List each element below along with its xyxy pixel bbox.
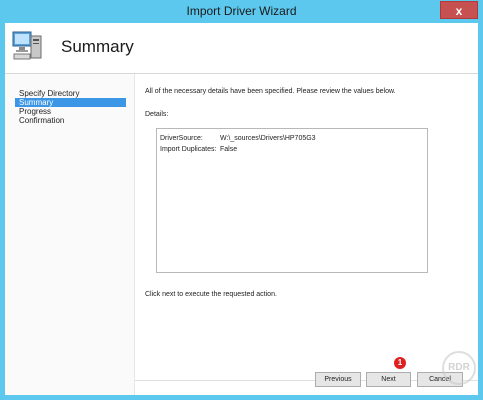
- window-title: Import Driver Wizard: [186, 4, 297, 18]
- title-bar[interactable]: Import Driver Wizard x: [0, 0, 483, 22]
- step-summary[interactable]: Summary: [15, 98, 126, 107]
- details-label: Details:: [145, 111, 169, 118]
- step-annotation-badge: 1: [394, 357, 406, 369]
- detail-row-import-duplicates: Import Duplicates: False: [160, 146, 237, 153]
- footer-message: Click next to execute the requested acti…: [145, 291, 277, 298]
- step-specify-directory[interactable]: Specify Directory: [15, 89, 126, 98]
- step-confirmation[interactable]: Confirmation: [15, 116, 126, 125]
- wizard-steps-nav: Specify Directory Summary Progress Confi…: [5, 74, 135, 395]
- details-textbox[interactable]: DriverSource: W:\_sources\Drivers\HP705G3…: [156, 128, 428, 273]
- main-panel: All of the necessary details have been s…: [135, 74, 478, 395]
- close-button[interactable]: x: [440, 1, 478, 19]
- detail-value: False: [220, 146, 238, 153]
- detail-key: Import Duplicates:: [160, 146, 217, 153]
- step-progress[interactable]: Progress: [15, 107, 126, 116]
- computer-icon: [12, 31, 42, 60]
- next-button[interactable]: Next: [366, 372, 411, 387]
- detail-key: DriverSource:: [160, 135, 203, 142]
- intro-text: All of the necessary details have been s…: [145, 88, 396, 95]
- wizard-window: Import Driver Wizard x Summary Specify D…: [0, 0, 483, 400]
- client-area: Summary Specify Directory Summary Progre…: [5, 23, 478, 395]
- previous-button[interactable]: Previous: [315, 372, 361, 387]
- detail-row-driver-source: DriverSource: W:\_sources\Drivers\HP705G3: [160, 135, 316, 142]
- detail-value: W:\_sources\Drivers\HP705G3: [220, 135, 316, 142]
- wizard-header: Summary: [5, 23, 478, 74]
- page-title: Summary: [61, 37, 134, 56]
- close-icon: x: [455, 4, 463, 18]
- watermark-logo: RDR: [442, 351, 476, 385]
